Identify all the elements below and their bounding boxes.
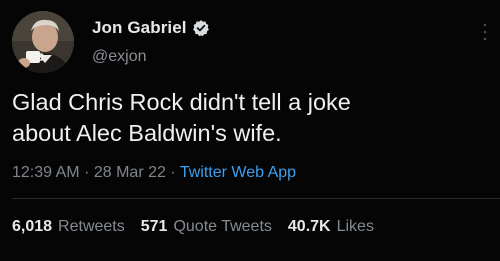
author-display-name[interactable]: Jon Gabriel [92, 18, 187, 38]
quote-tweets-stat[interactable]: 571 Quote Tweets [141, 218, 272, 236]
person-avatar-icon [12, 11, 74, 73]
quote-tweets-label: Quote Tweets [173, 218, 272, 235]
tweet-date[interactable]: 28 Mar 22 [94, 164, 166, 181]
tweet-text: Glad Chris Rock didn't tell a joke about… [12, 87, 488, 149]
tweet-time[interactable]: 12:39 AM [12, 164, 80, 181]
tweet-source-link[interactable]: Twitter Web App [180, 164, 296, 181]
divider [12, 198, 500, 199]
likes-stat[interactable]: 40.7K Likes [288, 218, 374, 236]
tweet-stats: 6,018 Retweets 571 Quote Tweets 40.7K Li… [12, 218, 390, 236]
tweet-card: Jon Gabriel @exjon Glad Chris Rock didn'… [0, 0, 500, 261]
more-options-icon[interactable] [482, 22, 488, 42]
meta-separator: · [170, 164, 176, 181]
likes-label: Likes [336, 218, 374, 235]
avatar[interactable] [12, 11, 74, 73]
author-name-row: Jon Gabriel [92, 16, 210, 40]
retweets-stat[interactable]: 6,018 Retweets [12, 218, 125, 236]
tweet-meta: 12:39 AM · 28 Mar 22 · Twitter Web App [12, 164, 296, 182]
tweet-text-line-1: Glad Chris Rock didn't tell a joke [12, 89, 351, 115]
quote-tweets-count: 571 [140, 218, 168, 235]
retweets-label: Retweets [58, 218, 125, 235]
retweets-count: 6,018 [12, 218, 53, 235]
likes-count: 40.7K [287, 218, 331, 235]
author-handle[interactable]: @exjon [92, 48, 147, 66]
meta-separator: · [84, 164, 90, 181]
tweet-text-line-2: about Alec Baldwin's wife. [12, 120, 282, 146]
verified-badge-icon [192, 20, 209, 37]
